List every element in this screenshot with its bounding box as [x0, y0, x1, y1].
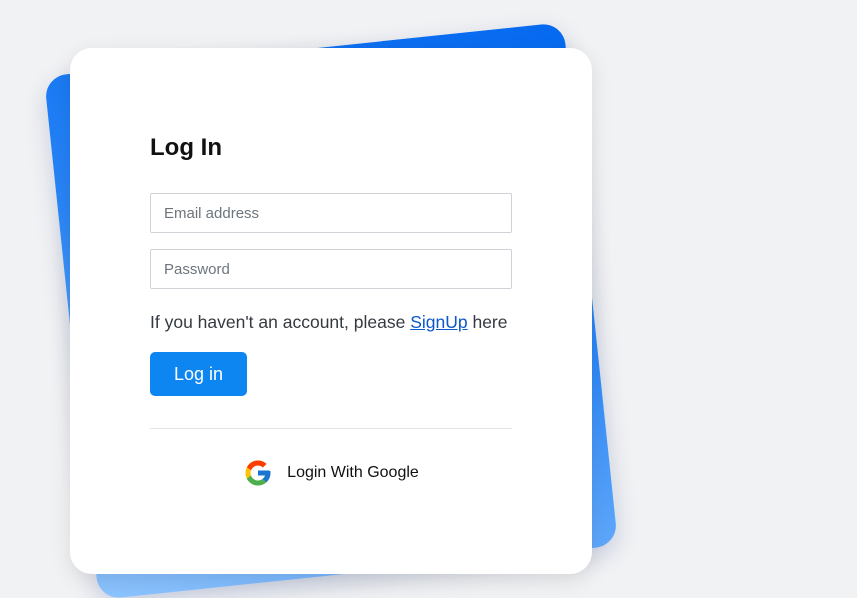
signup-prompt: If you haven't an account, please SignUp…: [150, 310, 512, 334]
password-field[interactable]: [150, 249, 512, 289]
login-card: Log In If you haven't an account, please…: [70, 48, 592, 574]
login-button[interactable]: Log in: [150, 352, 248, 396]
signup-prompt-suffix: here: [467, 312, 508, 332]
signup-link[interactable]: SignUp: [410, 312, 467, 332]
signup-prompt-prefix: If you haven't an account, please: [150, 312, 411, 332]
login-form: Log In If you haven't an account, please…: [150, 132, 512, 489]
email-field[interactable]: [150, 193, 512, 233]
google-login-button[interactable]: Login With Google: [150, 457, 512, 489]
google-login-label: Login With Google: [287, 464, 419, 481]
divider: [150, 428, 512, 429]
login-page: Log In If you haven't an account, please…: [0, 0, 857, 598]
google-icon: [245, 460, 271, 486]
page-title: Log In: [150, 134, 222, 161]
